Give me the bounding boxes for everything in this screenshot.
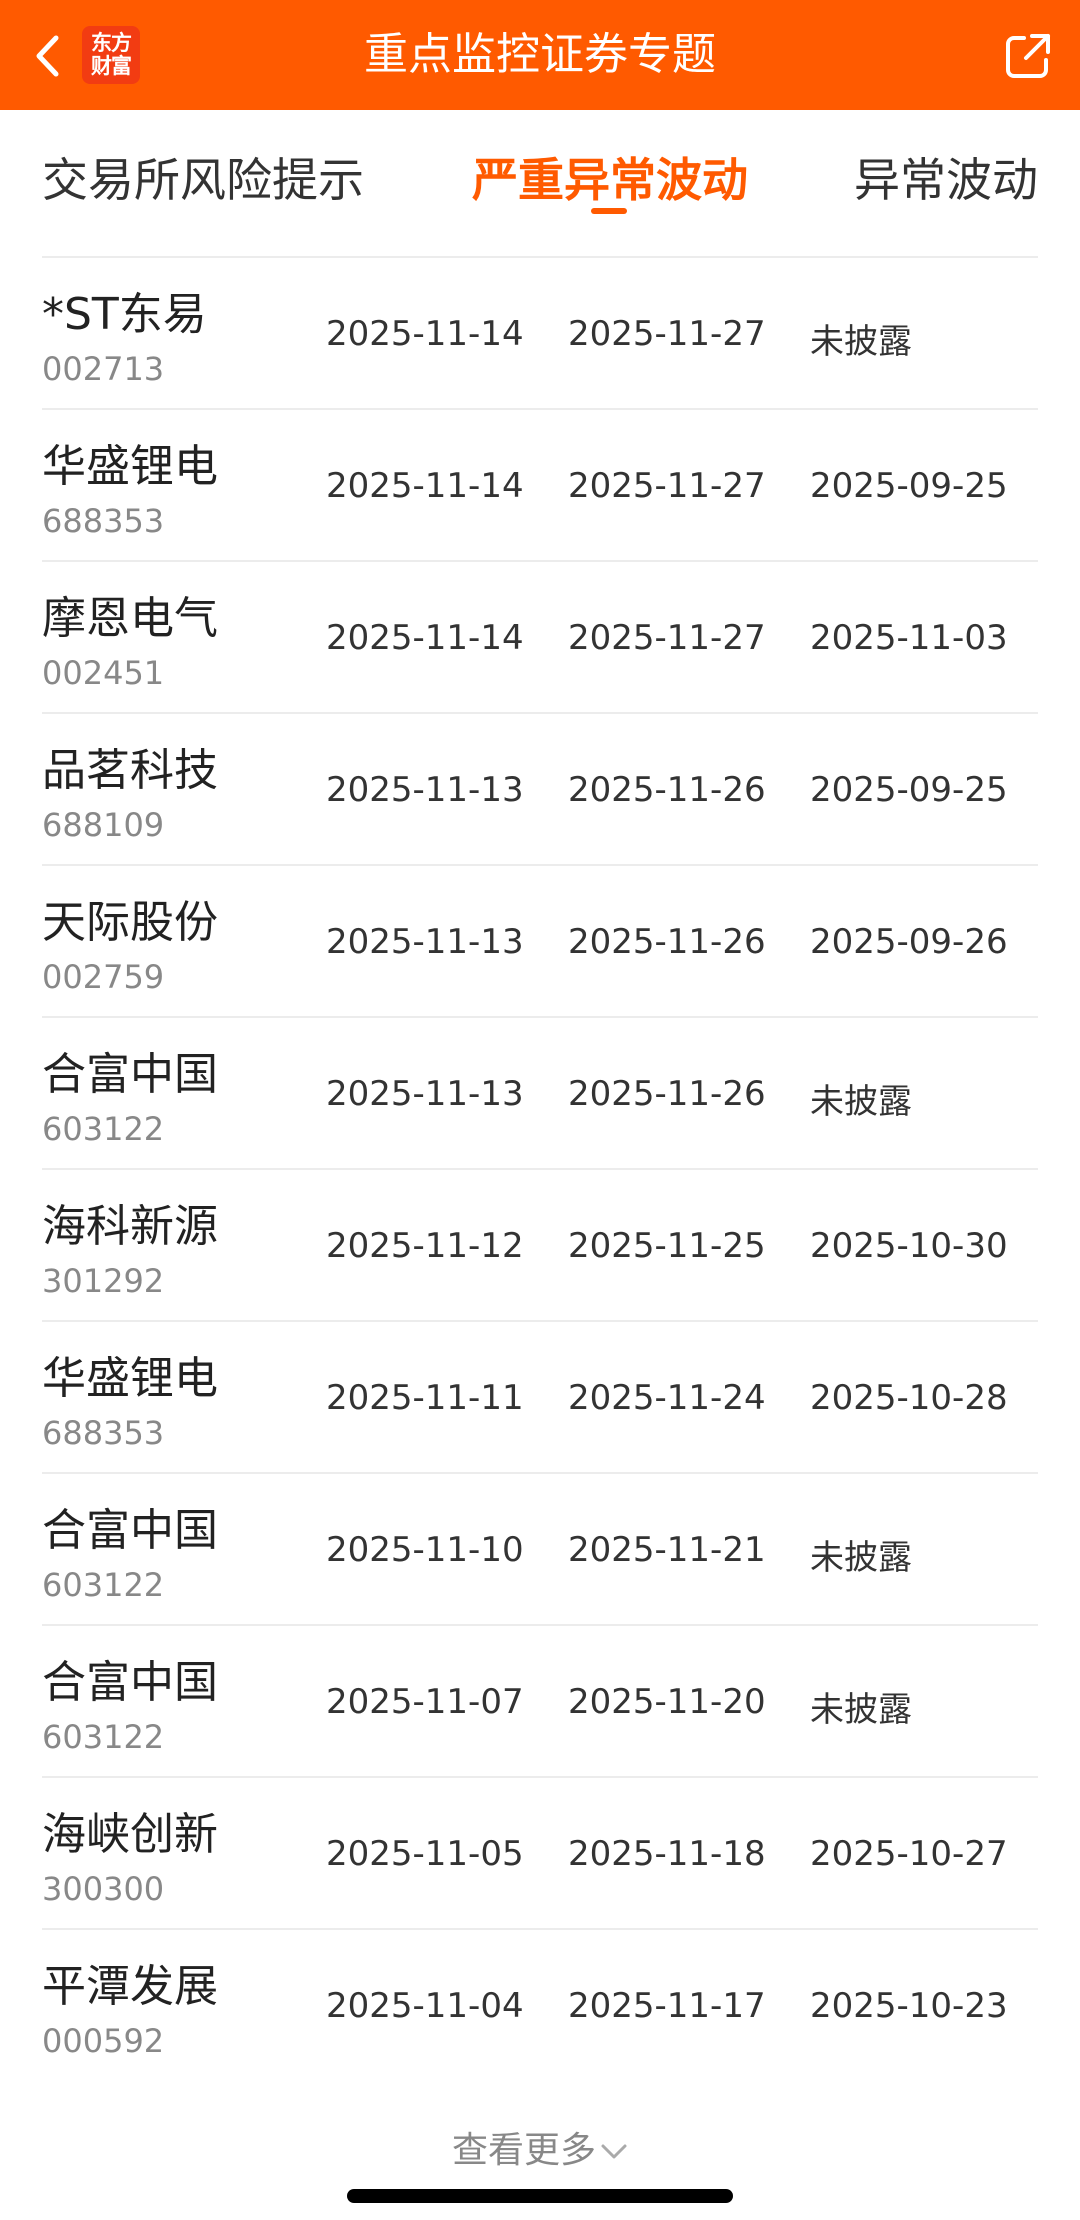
active-tab-indicator [591,208,627,214]
date-3: 2025-10-27 [810,1834,1008,1874]
stock-name: 摩恩电气 [42,593,218,644]
date-1: 2025-11-14 [326,466,524,506]
table-row[interactable]: 合富中国 603122 2025-11-10 2025-11-21 未披露 [42,1472,1038,1624]
stock-name: 合富中国 [42,1049,218,1100]
stock-code: 603122 [42,1566,165,1604]
stock-code: 002451 [42,654,165,692]
share-icon[interactable] [1002,30,1054,82]
stock-code: 002759 [42,958,165,996]
table-row[interactable]: 合富中国 603122 2025-11-07 2025-11-20 未披露 [42,1624,1038,1776]
stock-name: 天际股份 [42,897,218,948]
stock-name: 海峡创新 [42,1809,218,1860]
chevron-down-icon [601,2144,627,2159]
date-3: 2025-10-30 [810,1226,1008,1266]
page-title: 重点监控证券专题 [364,29,716,80]
date-2: 2025-11-25 [568,1226,766,1266]
stock-name: 华盛锂电 [42,441,218,492]
table-row[interactable]: 品茗科技 688109 2025-11-13 2025-11-26 2025-0… [42,712,1038,864]
date-2: 2025-11-26 [568,1074,766,1114]
date-1: 2025-11-11 [326,1378,524,1418]
tab-severe-abnormal[interactable]: 严重异常波动 [472,144,748,210]
stock-code: 688109 [42,806,165,844]
date-1: 2025-11-14 [326,314,524,354]
stock-code: 301292 [42,1262,165,1300]
date-1: 2025-11-05 [326,1834,524,1874]
stock-code: 002713 [42,350,165,388]
date-1: 2025-11-10 [326,1530,524,1570]
stock-list: *ST东易 002713 2025-11-14 2025-11-27 未披露 华… [42,256,1038,2080]
date-3: 未披露 [810,1690,912,1730]
tab-abnormal[interactable]: 异常波动 [854,144,1038,210]
stock-code: 688353 [42,1414,165,1452]
stock-code: 000592 [42,2022,165,2060]
date-3: 2025-11-03 [810,618,1008,658]
stock-code: 603122 [42,1110,165,1148]
stock-name: 合富中国 [42,1505,218,1556]
tab-bar: 交易所风险提示 严重异常波动 异常波动 [0,110,1080,256]
table-row[interactable]: 合富中国 603122 2025-11-13 2025-11-26 未披露 [42,1016,1038,1168]
table-row[interactable]: 华盛锂电 688353 2025-11-14 2025-11-27 2025-0… [42,408,1038,560]
date-2: 2025-11-26 [568,922,766,962]
date-1: 2025-11-13 [326,770,524,810]
date-3: 未披露 [810,322,912,362]
date-3: 2025-10-23 [810,1986,1008,2026]
date-3: 未披露 [810,1082,912,1122]
stock-code: 603122 [42,1718,165,1756]
table-row[interactable]: 华盛锂电 688353 2025-11-11 2025-11-24 2025-1… [42,1320,1038,1472]
table-row[interactable]: *ST东易 002713 2025-11-14 2025-11-27 未披露 [42,256,1038,408]
date-2: 2025-11-27 [568,466,766,506]
top-bar: 东方 财富 重点监控证券专题 [0,0,1080,110]
date-2: 2025-11-26 [568,770,766,810]
stock-name: 平潭发展 [42,1961,218,2012]
date-3: 2025-09-26 [810,922,1008,962]
date-1: 2025-11-12 [326,1226,524,1266]
date-3: 2025-09-25 [810,466,1008,506]
date-1: 2025-11-07 [326,1682,524,1722]
tab-exchange-risk[interactable]: 交易所风险提示 [42,144,364,210]
stock-code: 300300 [42,1870,165,1908]
table-row[interactable]: 天际股份 002759 2025-11-13 2025-11-26 2025-0… [42,864,1038,1016]
stock-name: 合富中国 [42,1657,218,1708]
date-2: 2025-11-27 [568,618,766,658]
date-3: 2025-10-28 [810,1378,1008,1418]
view-more-label: 查看更多 [451,2130,596,2171]
date-2: 2025-11-18 [568,1834,766,1874]
date-1: 2025-11-13 [326,922,524,962]
date-2: 2025-11-27 [568,314,766,354]
stock-name: 海科新源 [42,1201,218,1252]
stock-name: *ST东易 [42,289,207,340]
date-2: 2025-11-17 [568,1986,766,2026]
date-3: 未披露 [810,1538,912,1578]
view-more-button[interactable]: 查看更多 [0,2121,1080,2173]
stock-code: 688353 [42,502,165,540]
stock-name: 品茗科技 [42,745,218,796]
table-row[interactable]: 海峡创新 300300 2025-11-05 2025-11-18 2025-1… [42,1776,1038,1928]
stock-name: 华盛锂电 [42,1353,218,1404]
date-1: 2025-11-14 [326,618,524,658]
date-1: 2025-11-04 [326,1986,524,2026]
table-row[interactable]: 摩恩电气 002451 2025-11-14 2025-11-27 2025-1… [42,560,1038,712]
date-3: 2025-09-25 [810,770,1008,810]
date-1: 2025-11-13 [326,1074,524,1114]
date-2: 2025-11-20 [568,1682,766,1722]
table-row[interactable]: 海科新源 301292 2025-11-12 2025-11-25 2025-1… [42,1168,1038,1320]
date-2: 2025-11-24 [568,1378,766,1418]
table-row[interactable]: 平潭发展 000592 2025-11-04 2025-11-17 2025-1… [42,1928,1038,2080]
date-2: 2025-11-21 [568,1530,766,1570]
home-indicator [347,2189,733,2203]
